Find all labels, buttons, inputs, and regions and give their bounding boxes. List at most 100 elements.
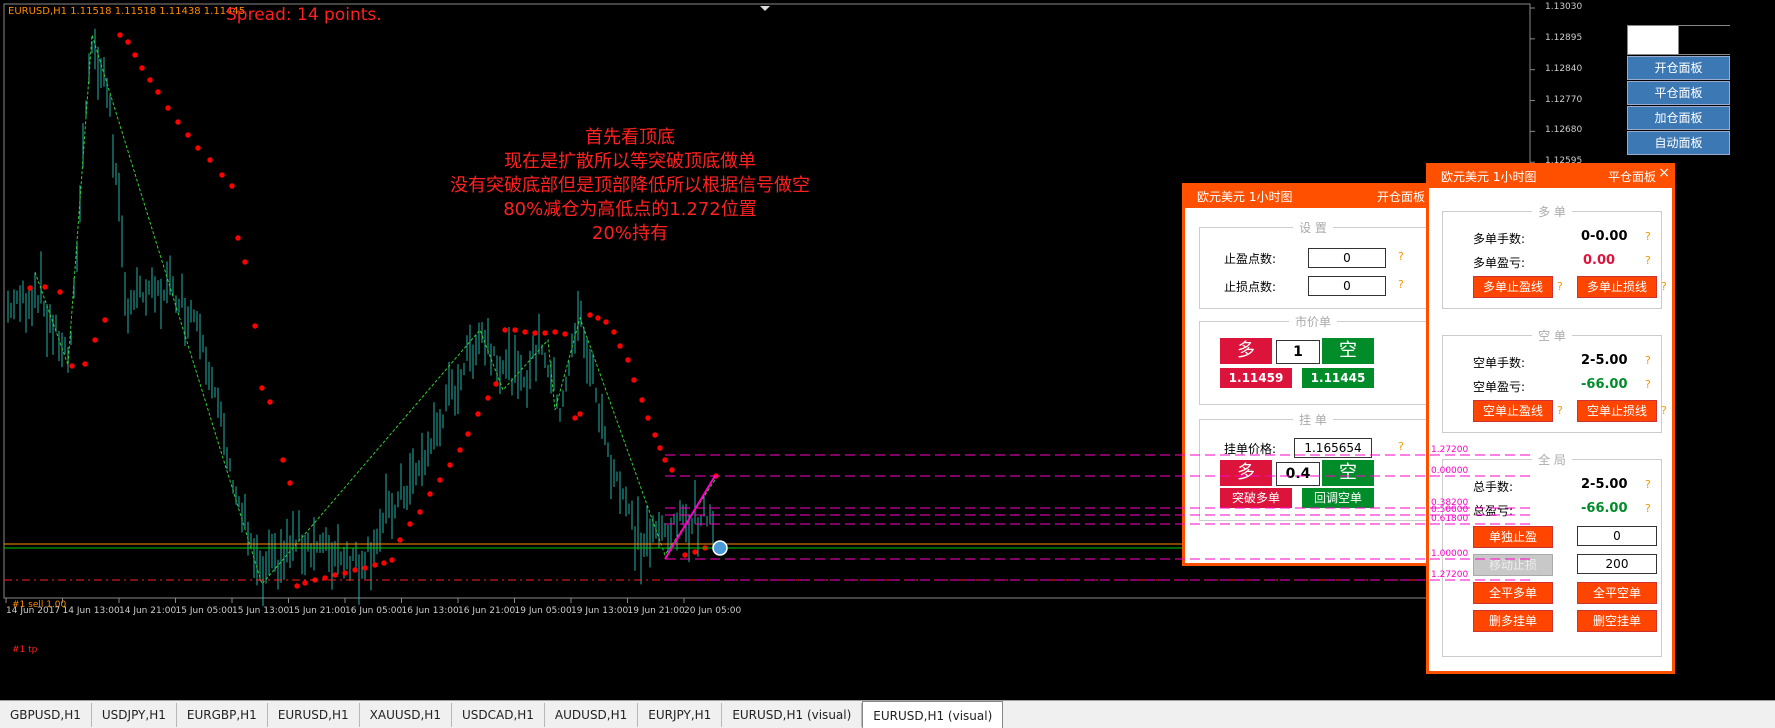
help-icon[interactable]: ? (1645, 378, 1651, 391)
sar-dot (631, 377, 637, 383)
symbol-info: EURUSD,H1 1.11518 1.11518 1.11438 1.1144… (8, 6, 246, 17)
sar-dot (611, 329, 617, 335)
sl-points-input[interactable]: 0 (1308, 276, 1386, 296)
sar-dot (587, 312, 593, 318)
delete-sell-pending-button[interactable]: 删空挂单 (1577, 610, 1657, 632)
panel-toggle-box[interactable] (1627, 25, 1730, 55)
help-icon[interactable]: ? (1398, 250, 1404, 263)
sar-dot (57, 289, 63, 295)
help-icon[interactable]: ? (1645, 230, 1651, 243)
time-tick-label: 15 Jun 05:00 (175, 606, 233, 616)
fib-level-label: 1.00000 (1431, 549, 1469, 559)
tab-eurjpy[interactable]: EURJPY,H1 (638, 703, 723, 727)
single-tp-input[interactable]: 0 (1577, 526, 1657, 546)
short-group: 空 单 空单手数: 2-5.00 ? 空单盈亏: -66.00 ? 空单止盈线 … (1442, 329, 1667, 433)
sar-dot (27, 285, 33, 291)
open-panel-button[interactable]: 开仓面板 (1627, 56, 1730, 80)
help-icon[interactable]: ? (1557, 280, 1563, 293)
pending-sell-button[interactable]: 空 (1322, 460, 1374, 486)
tab-usdcad[interactable]: USDCAD,H1 (452, 703, 545, 727)
tab-xauusd[interactable]: XAUUSD,H1 (360, 703, 452, 727)
sar-dot (195, 145, 201, 151)
close-all-short-button[interactable]: 全平空单 (1577, 582, 1657, 604)
sar-dot (69, 363, 75, 369)
short-tp-line-button[interactable]: 空单止盈线 (1473, 400, 1553, 422)
short-sl-line-button[interactable]: 空单止损线 (1577, 400, 1657, 422)
sar-dot (219, 172, 225, 178)
help-icon[interactable]: ? (1661, 280, 1667, 293)
sar-dot (294, 583, 300, 589)
help-icon[interactable]: ? (1645, 354, 1651, 367)
help-icon[interactable]: ? (1557, 404, 1563, 417)
help-icon[interactable]: ? (1661, 404, 1667, 417)
pending-buy-button[interactable]: 多 (1220, 460, 1272, 486)
group-title: 多 单 (1443, 203, 1661, 220)
time-tick-label: 20 Jun 05:00 (684, 606, 742, 616)
market-buy-button[interactable]: 多 (1220, 338, 1272, 364)
sar-dot (352, 567, 358, 573)
sar-dot (165, 105, 171, 111)
time-tick-label: 19 Jun 13:00 (571, 606, 629, 616)
global-group: 全 局 总手数: 2-5.00 ? 总盈亏: -66.00 ? 单独止盈 0 移… (1442, 453, 1662, 657)
fib-level-label: 0.00000 (1431, 466, 1469, 476)
long-lots-label: 多单手数: (1473, 232, 1526, 246)
annotation-line: 80%减仓为高低点的1.272位置 (503, 199, 757, 220)
help-icon[interactable]: ? (1645, 478, 1651, 491)
close-all-long-button[interactable]: 全平多单 (1473, 582, 1553, 604)
sar-dot (502, 327, 508, 333)
help-icon[interactable]: ? (1645, 254, 1651, 267)
long-sl-line-button[interactable]: 多单止损线 (1577, 276, 1657, 298)
sar-dot (102, 317, 108, 323)
pending-order-group: 挂 单 挂单价格: 1.165654 ? 多 0.4 空 突破多单 回调空单 (1199, 413, 1427, 521)
tab-eurusd-visual-active[interactable]: EURUSD,H1 (visual) (862, 701, 1004, 728)
tab-eurusd[interactable]: EURUSD,H1 (268, 703, 360, 727)
pullback-sell-button[interactable]: 回调空单 (1302, 488, 1374, 508)
buy-price: 1.11459 (1220, 368, 1292, 388)
market-sell-button[interactable]: 空 (1322, 338, 1374, 364)
market-order-group: 市价单 多 1 空 1.11459 1.11445 (1199, 315, 1427, 405)
tab-audusd[interactable]: AUDUSD,H1 (545, 703, 639, 727)
delete-buy-pending-button[interactable]: 删多挂单 (1473, 610, 1553, 632)
single-tp-button[interactable]: 单独止盈 (1473, 526, 1553, 548)
sar-dot (332, 572, 338, 578)
group-title: 设 置 (1200, 219, 1426, 236)
sar-dot (437, 477, 443, 483)
sar-dot (82, 361, 88, 367)
toggle-switch[interactable] (1678, 26, 1730, 54)
sar-dot (552, 329, 558, 335)
fib-level-label: 1.27200 (1431, 445, 1469, 455)
trailing-stop-button[interactable]: 移动止损 (1473, 554, 1553, 576)
price-chart[interactable]: EURUSD,H1 1.11518 1.11518 1.11438 1.1144… (0, 0, 1775, 700)
tab-gbpusd[interactable]: GBPUSD,H1 (0, 703, 92, 727)
tab-usdjpy[interactable]: USDJPY,H1 (92, 703, 177, 727)
pending-lots-input[interactable]: 0.4 (1276, 462, 1320, 486)
short-lots-value: 2-5.00 (1581, 353, 1628, 368)
annotation-line: 现在是扩散所以等突破顶底做单 (504, 151, 756, 172)
tp-points-input[interactable]: 0 (1308, 248, 1386, 268)
sar-dot (475, 411, 481, 417)
auto-panel-button[interactable]: 自动面板 (1627, 131, 1730, 155)
panel-title: 欧元美元 1小时图 (1441, 170, 1537, 184)
sar-dot (657, 445, 663, 451)
help-icon[interactable]: ? (1398, 278, 1404, 291)
market-lots-input[interactable]: 1 (1276, 340, 1320, 364)
trailing-stop-input[interactable]: 200 (1577, 554, 1657, 574)
tab-eurusd-visual[interactable]: EURUSD,H1 (visual) (722, 703, 863, 727)
total-lots-value: 2-5.00 (1581, 477, 1628, 492)
close-panel-button[interactable]: 平仓面板 (1627, 81, 1730, 105)
analysis-annotation: 首先看顶底 现在是扩散所以等突破顶底做单 没有突破底部但是顶部降低所以根据信号做… (380, 126, 880, 246)
tab-eurgbp[interactable]: EURGBP,H1 (177, 703, 268, 727)
group-title: 空 单 (1443, 327, 1661, 344)
sar-dot (493, 381, 499, 387)
close-icon[interactable]: × (1658, 162, 1670, 184)
sar-dot (287, 480, 293, 486)
add-panel-button[interactable]: 加仓面板 (1627, 106, 1730, 130)
price-tick-label: 1.12895 (1545, 32, 1583, 43)
fib-level-label: 1.27200 (1431, 570, 1469, 580)
help-icon[interactable]: ? (1645, 502, 1651, 515)
help-icon[interactable]: ? (1398, 440, 1404, 453)
long-tp-line-button[interactable]: 多单止盈线 (1473, 276, 1553, 298)
annotation-line: 首先看顶底 (585, 127, 675, 148)
breakout-buy-button[interactable]: 突破多单 (1220, 488, 1292, 508)
pending-price-input[interactable]: 1.165654 (1294, 438, 1372, 458)
